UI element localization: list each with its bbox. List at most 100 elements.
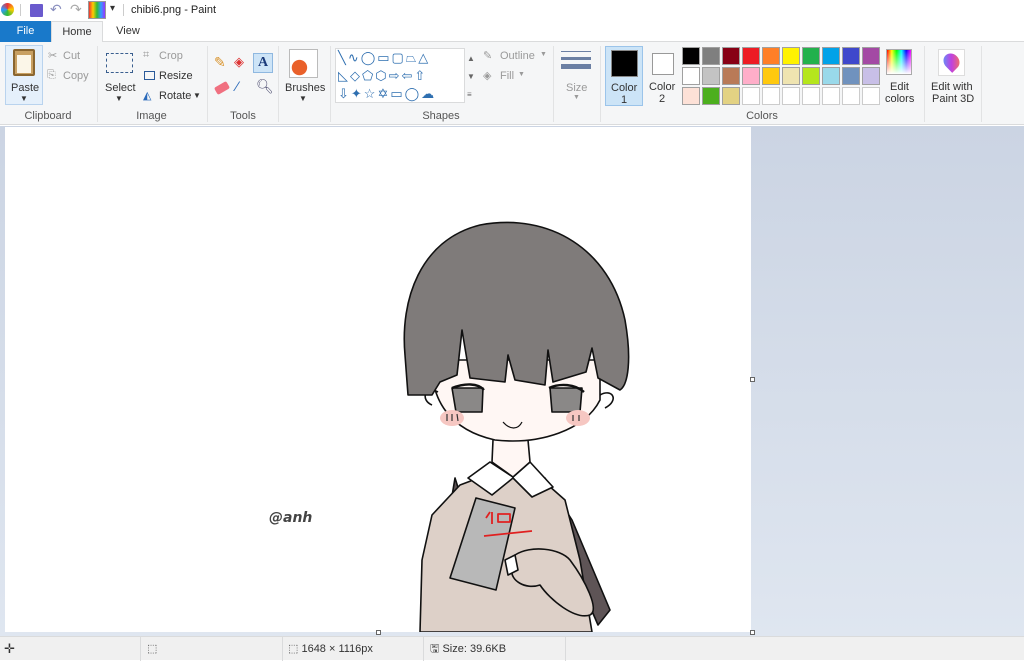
size-button[interactable]: Size ▼ xyxy=(558,48,594,104)
palette-swatch[interactable] xyxy=(802,47,820,65)
color1-swatch xyxy=(611,50,638,77)
resize-handle-corner[interactable] xyxy=(750,630,755,635)
palette-swatch[interactable] xyxy=(842,67,860,85)
tab-home[interactable]: Home xyxy=(51,21,103,43)
fill-button[interactable]: Fill xyxy=(500,70,514,82)
crop-icon: ⌗ xyxy=(143,49,150,61)
cut-button[interactable]: Cut xyxy=(63,50,80,62)
color2-button[interactable]: Color 2 xyxy=(646,46,680,106)
image-dimensions: ⬚ 1648 × 1116px xyxy=(283,637,424,661)
ribbon-tabs: File Home View xyxy=(0,21,1024,43)
palette-swatch[interactable] xyxy=(722,67,740,85)
chevron-down-icon: ▼ xyxy=(540,51,547,58)
crop-button[interactable]: Crop xyxy=(159,50,183,62)
palette-swatch[interactable] xyxy=(782,47,800,65)
brush-icon xyxy=(289,49,318,78)
palette-swatch[interactable] xyxy=(862,67,880,85)
color-spectrum-icon xyxy=(886,49,912,75)
palette-swatch[interactable] xyxy=(862,47,880,65)
palette-swatch[interactable] xyxy=(682,47,700,65)
paste-button[interactable]: Paste ▼ xyxy=(5,45,43,105)
color-palette xyxy=(682,47,882,107)
palette-swatch[interactable] xyxy=(722,47,740,65)
save-icon[interactable] xyxy=(30,4,43,17)
redo-icon[interactable]: ↷ xyxy=(70,1,82,18)
edit-colors-button[interactable]: Edit colors xyxy=(882,46,918,106)
title-bar: ↶ ↷ ▾ chibi6.png - Paint xyxy=(0,0,1024,21)
status-bar: ✛ ⬚ ⬚ 1648 × 1116px 🖫︎ Size: 39.6KB xyxy=(0,636,1024,661)
copy-button[interactable]: Copy xyxy=(63,70,89,82)
select-rect-icon xyxy=(106,53,133,73)
disk-icon: 🖫︎ xyxy=(430,643,443,655)
palette-swatch[interactable] xyxy=(702,47,720,65)
palette-swatch[interactable] xyxy=(742,87,760,105)
shapes-scroll-buttons[interactable]: ▲ ▼ ≡ xyxy=(467,50,475,104)
paint-app-icon[interactable] xyxy=(1,3,14,16)
palette-swatch[interactable] xyxy=(762,47,780,65)
palette-swatch[interactable] xyxy=(702,87,720,105)
palette-swatch[interactable] xyxy=(842,87,860,105)
fill-icon: ◈ xyxy=(483,70,492,82)
palette-swatch[interactable] xyxy=(742,47,760,65)
palette-swatch[interactable] xyxy=(762,87,780,105)
file-size: 🖫︎ Size: 39.6KB xyxy=(424,637,566,661)
tab-file[interactable]: File xyxy=(0,21,51,42)
resize-button[interactable]: Resize xyxy=(159,70,193,82)
undo-icon[interactable]: ↶ xyxy=(50,1,62,18)
pencil-icon[interactable]: ✎ xyxy=(214,54,226,71)
cursor-position: ✛ xyxy=(0,637,141,661)
brushes-button[interactable]: Brushes ▼ xyxy=(283,46,325,104)
eraser-icon[interactable] xyxy=(213,81,231,95)
text-tool-icon[interactable]: A xyxy=(253,53,273,73)
palette-swatch[interactable] xyxy=(802,67,820,85)
selection-icon: ⬚ xyxy=(147,643,158,655)
resize-handle-bottom[interactable] xyxy=(376,630,381,635)
color-picker-icon[interactable]: ⁄ xyxy=(236,78,238,94)
rotate-button[interactable]: Rotate xyxy=(159,90,191,102)
chevron-down-icon: ▼ xyxy=(299,94,307,103)
palette-swatch[interactable] xyxy=(862,87,880,105)
palette-swatch[interactable] xyxy=(702,67,720,85)
shapes-row-2: ◺◇⬠⬡⇨⇦⇧ xyxy=(338,68,428,83)
palette-swatch[interactable] xyxy=(682,67,700,85)
shapes-row-3: ⇩✦☆✡▭◯☁ xyxy=(338,86,437,101)
palette-swatch[interactable] xyxy=(802,87,820,105)
dimensions-icon: ⬚ xyxy=(288,643,302,655)
palette-swatch[interactable] xyxy=(762,67,780,85)
palette-swatch[interactable] xyxy=(782,67,800,85)
selection-size: ⬚ xyxy=(141,637,283,661)
color1-button[interactable]: Color 1 xyxy=(605,46,643,106)
line-size-icon xyxy=(561,51,591,52)
chibi-drawing xyxy=(403,221,630,632)
palette-swatch[interactable] xyxy=(722,87,740,105)
chevron-down-icon: ▼ xyxy=(20,94,28,103)
drawing-canvas[interactable]: @anh xyxy=(5,127,751,632)
shapes-gallery[interactable]: ╲∿◯▭▢⏢△ ◺◇⬠⬡⇨⇦⇧ ⇩✦☆✡▭◯☁ xyxy=(335,48,465,103)
shapes-row-1: ╲∿◯▭▢⏢△ xyxy=(338,50,431,65)
palette-swatch[interactable] xyxy=(682,87,700,105)
palette-swatch[interactable] xyxy=(782,87,800,105)
resize-icon xyxy=(144,71,155,80)
palette-swatch[interactable] xyxy=(842,47,860,65)
magnifier-icon[interactable]: 🔍︎ xyxy=(256,78,274,95)
copy-icon: ⎘ xyxy=(47,69,56,81)
resize-handle-right[interactable] xyxy=(750,377,755,382)
edit-with-paint3d-button[interactable]: Edit with Paint 3D xyxy=(928,46,976,106)
fill-bucket-icon[interactable]: ◈ xyxy=(234,54,244,70)
clipboard-group-label: Clipboard xyxy=(24,110,72,122)
move-cursor-icon: ✛ xyxy=(4,641,15,656)
customize-toolbar-icon[interactable]: ▾ xyxy=(110,3,115,14)
chevron-down-icon: ▼ xyxy=(115,94,123,103)
color-picker-quick-icon[interactable] xyxy=(88,1,106,19)
outline-button[interactable]: Outline xyxy=(500,50,535,62)
ribbon: Paste ▼ ✂ Cut ⎘ Copy Clipboard Select ▼ … xyxy=(0,42,1024,125)
palette-swatch[interactable] xyxy=(822,87,840,105)
select-button[interactable]: Select ▼ xyxy=(102,46,138,104)
color2-swatch xyxy=(652,53,674,75)
palette-swatch[interactable] xyxy=(822,67,840,85)
cut-icon: ✂ xyxy=(48,50,58,62)
palette-swatch[interactable] xyxy=(742,67,760,85)
palette-swatch[interactable] xyxy=(822,47,840,65)
chevron-down-icon: ▼ xyxy=(193,91,201,100)
tab-view[interactable]: View xyxy=(105,21,151,42)
